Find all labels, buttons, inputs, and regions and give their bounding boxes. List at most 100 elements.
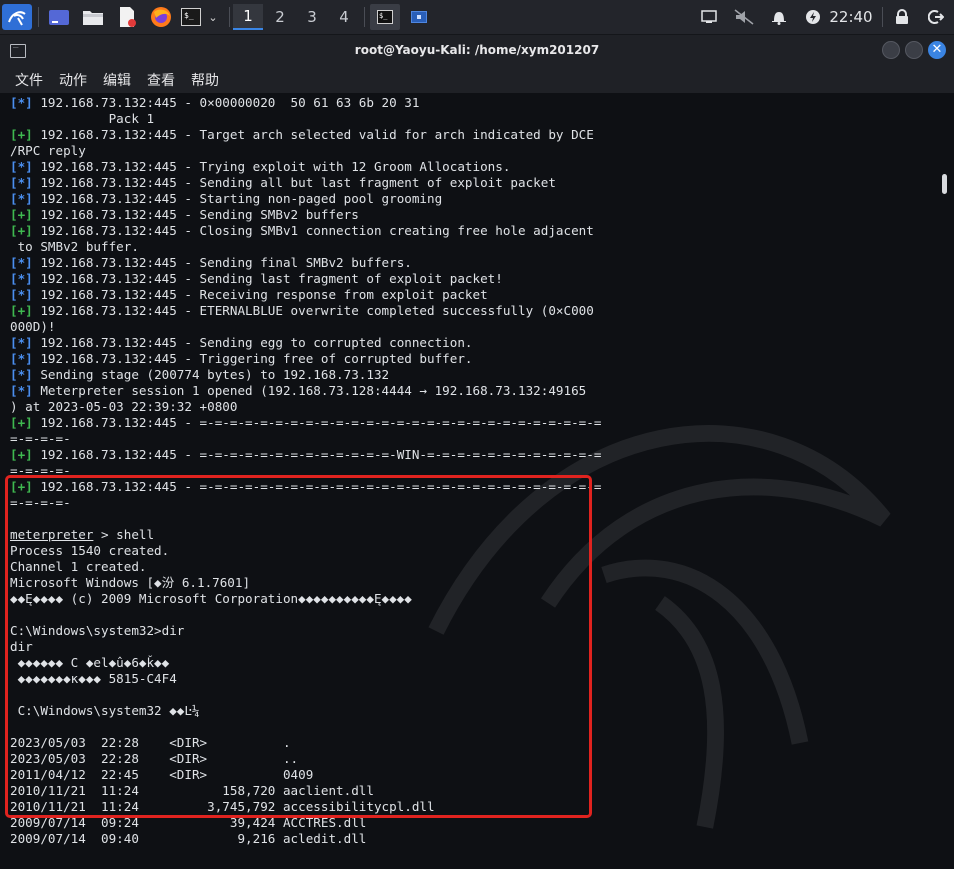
terminal-task-icon[interactable]: $_	[370, 4, 400, 30]
line-text: /RPC reply	[10, 143, 86, 158]
line-text: 192.168.73.132:445 - Sending SMBv2 buffe…	[32, 207, 359, 222]
terminal-line: =-=-=-=-	[10, 431, 940, 447]
svg-text:$_: $_	[184, 11, 194, 20]
line-text: 192.168.73.132:445 - Sending final SMBv2…	[32, 255, 412, 270]
terminal-line: Pack 1	[10, 111, 940, 127]
status-tag: [*]	[10, 159, 33, 174]
workspace-3[interactable]: 3	[297, 4, 327, 30]
line-text: 192.168.73.132:445 - Sending egg to corr…	[32, 335, 473, 350]
status-tag: [+]	[10, 447, 33, 462]
status-tag: [*]	[10, 383, 33, 398]
line-text: 192.168.73.132:445 - Sending last fragme…	[32, 271, 503, 286]
terminal-line: [*] 192.168.73.132:445 - Sending egg to …	[10, 335, 940, 351]
network-icon[interactable]	[698, 5, 720, 29]
workspace-2[interactable]: 2	[265, 4, 295, 30]
bell-icon[interactable]	[768, 5, 790, 29]
terminal-line: [+] 192.168.73.132:445 - Closing SMBv1 c…	[10, 223, 940, 239]
terminal-line: [*] 192.168.73.132:445 - Triggering free…	[10, 351, 940, 367]
status-tag: [*]	[10, 351, 33, 366]
status-tag: [*]	[10, 95, 33, 110]
lock-icon[interactable]	[892, 5, 912, 29]
terminal-line: [+] 192.168.73.132:445 - Target arch sel…	[10, 127, 940, 143]
chevron-down-icon[interactable]: ⌄	[204, 4, 222, 30]
status-tag: [*]	[10, 287, 33, 302]
line-text: 192.168.73.132:445 - Closing SMBv1 conne…	[32, 223, 594, 238]
line-text: 2009/07/14 09:40 9,216 acledit.dll	[10, 831, 367, 846]
terminal-line: [*] 192.168.73.132:445 - Trying exploit …	[10, 159, 940, 175]
line-text: 192.168.73.132:445 - ETERNALBLUE overwri…	[32, 303, 594, 318]
terminal-line: to SMBv2 buffer.	[10, 239, 940, 255]
status-tag: [*]	[10, 271, 33, 286]
terminal-line: [+] 192.168.73.132:445 - =-=-=-=-=-=-=-=…	[10, 415, 940, 431]
window-titlebar[interactable]: root@Yaoyu-Kali: /home/xym201207 ✕	[0, 35, 954, 67]
mute-icon[interactable]	[732, 5, 756, 29]
menu-file[interactable]: 文件	[15, 70, 43, 90]
line-text: Pack 1	[10, 111, 155, 126]
window-title: root@Yaoyu-Kali: /home/xym201207	[354, 43, 600, 57]
status-tag: [+]	[10, 207, 33, 222]
status-tag: [*]	[10, 175, 33, 190]
status-tag: [*]	[10, 335, 33, 350]
menu-bar: 文件 动作 编辑 查看 帮助	[0, 67, 954, 93]
line-text: Sending stage (200774 bytes) to 192.168.…	[32, 367, 390, 382]
status-tag: [*]	[10, 367, 33, 382]
terminal-line: [*] 192.168.73.132:445 - Sending final S…	[10, 255, 940, 271]
menu-help[interactable]: 帮助	[191, 70, 219, 90]
terminal-line: ) at 2023-05-03 22:39:32 +0800	[10, 399, 940, 415]
line-text: 192.168.73.132:445 - Triggering free of …	[32, 351, 473, 366]
app-folder-icon[interactable]	[46, 4, 72, 30]
terminal-line: 2009/07/14 09:40 9,216 acledit.dll	[10, 831, 940, 847]
terminal-line: [+] 192.168.73.132:445 - Sending SMBv2 b…	[10, 207, 940, 223]
close-button[interactable]: ✕	[928, 41, 946, 59]
maximize-button[interactable]	[905, 41, 923, 59]
line-text: 192.168.73.132:445 - 0×00000020 50 61 63…	[32, 95, 420, 110]
scrollbar-thumb[interactable]	[942, 174, 947, 194]
menu-view[interactable]: 查看	[147, 70, 175, 90]
line-text: to SMBv2 buffer.	[10, 239, 139, 254]
terminal-line: [*] 192.168.73.132:445 - Receiving respo…	[10, 287, 940, 303]
line-text: 192.168.73.132:445 - Trying exploit with…	[32, 159, 511, 174]
svg-text:$_: $_	[379, 12, 388, 20]
terminal-line: [+] 192.168.73.132:445 - ETERNALBLUE ove…	[10, 303, 940, 319]
power-icon[interactable]	[802, 5, 824, 29]
window-task-icon[interactable]	[404, 4, 434, 30]
files-icon[interactable]	[80, 4, 106, 30]
terminal-line: [*] 192.168.73.132:445 - Sending all but…	[10, 175, 940, 191]
status-tag: [+]	[10, 303, 33, 318]
line-text: ) at 2023-05-03 22:39:32 +0800	[10, 399, 238, 414]
line-text: =-=-=-=-	[10, 431, 71, 446]
top-panel: $_ ⌄ 1 2 3 4 $_ 22:40	[0, 0, 954, 35]
terminal-line: /RPC reply	[10, 143, 940, 159]
terminal-line: [*] 192.168.73.132:445 - 0×00000020 50 6…	[10, 95, 940, 111]
menu-edit[interactable]: 编辑	[103, 70, 131, 90]
workspace-1[interactable]: 1	[233, 4, 263, 30]
logout-icon[interactable]	[926, 5, 946, 29]
terminal-line: [+] 192.168.73.132:445 - =-=-=-=-=-=-=-=…	[10, 447, 940, 463]
firefox-icon[interactable]	[148, 4, 174, 30]
kali-menu-icon[interactable]	[2, 4, 32, 30]
terminal-line: 000D)!	[10, 319, 940, 335]
line-text: Meterpreter session 1 opened (192.168.73…	[32, 383, 587, 398]
line-text: 192.168.73.132:445 - Target arch selecte…	[32, 127, 594, 142]
status-tag: [+]	[10, 127, 33, 142]
line-text: 192.168.73.132:445 - Receiving response …	[32, 287, 488, 302]
workspace-4[interactable]: 4	[329, 4, 359, 30]
status-tag: [+]	[10, 415, 33, 430]
highlight-box	[5, 475, 592, 818]
terminal-icon[interactable]: $_	[180, 4, 202, 30]
terminal-line: [*] Meterpreter session 1 opened (192.16…	[10, 383, 940, 399]
status-tag: [+]	[10, 223, 33, 238]
line-text: 192.168.73.132:445 - Sending all but las…	[32, 175, 556, 190]
line-text: 000D)!	[10, 319, 56, 334]
menu-action[interactable]: 动作	[59, 70, 87, 90]
line-text: 192.168.73.132:445 - =-=-=-=-=-=-=-=-=-=…	[32, 447, 602, 462]
line-text: 192.168.73.132:445 - Starting non-paged …	[32, 191, 443, 206]
terminal-line: [*] Sending stage (200774 bytes) to 192.…	[10, 367, 940, 383]
clock[interactable]: 22:40	[828, 5, 874, 29]
status-tag: [*]	[10, 191, 33, 206]
text-editor-icon[interactable]	[114, 4, 140, 30]
minimize-button[interactable]	[882, 41, 900, 59]
terminal-line: [*] 192.168.73.132:445 - Sending last fr…	[10, 271, 940, 287]
line-text: 192.168.73.132:445 - =-=-=-=-=-=-=-=-=-=…	[32, 415, 602, 430]
status-tag: [*]	[10, 255, 33, 270]
